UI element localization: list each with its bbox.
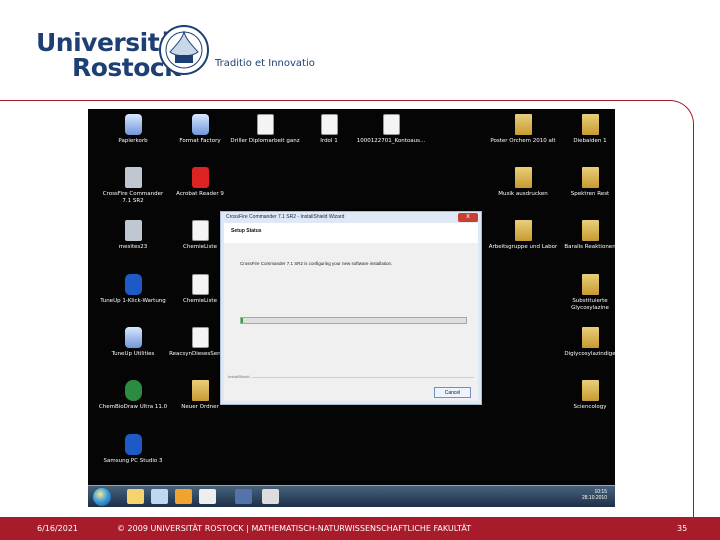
desktop-icon-image <box>514 114 532 135</box>
desktop-icon-label: mesites23 <box>118 244 148 250</box>
desktop-icon-image <box>256 114 274 135</box>
desktop-icon-image <box>581 327 599 348</box>
desktop-icon[interactable]: Spektren Rest <box>555 167 615 198</box>
footer-copyright: © 2009 UNIVERSITÄT ROSTOCK | MATHEMATISC… <box>117 524 472 533</box>
tool-taskbar-icon[interactable] <box>262 489 279 504</box>
desktop-icon-label: Papierkorb <box>118 138 148 144</box>
document-taskbar-icon[interactable] <box>199 489 216 504</box>
desktop-icon-label: Musik ausdrucken <box>498 191 548 197</box>
desktop-icon-label: Irdol 1 <box>320 138 338 144</box>
desktop-icon-label: Poster Orchem 2010 alt <box>490 138 556 144</box>
desktop-icon[interactable]: Musik ausdrucken <box>488 167 558 198</box>
desktop-icon-image <box>191 380 209 401</box>
frame-corner <box>664 100 694 130</box>
desktop-icon-label: Driller Diplomarbeit ganz <box>230 138 300 144</box>
desktop-icon-label: TuneUp 1-Klick-Wartung <box>100 298 166 304</box>
desktop-icon[interactable]: Diglycosylazindige <box>555 327 615 358</box>
desktop-icon-label: Sciencology <box>573 404 607 410</box>
clock-date: 28.10.2010 <box>581 495 607 501</box>
separator <box>228 377 474 378</box>
presentation-slide: Universität Rostock Traditio et Innovati… <box>0 0 720 540</box>
motto-text: Traditio et Innovatio <box>215 58 315 69</box>
desktop-icon[interactable]: Acrobat Reader 9 <box>165 167 235 198</box>
desktop-icon-image <box>124 167 142 188</box>
desktop-icon[interactable]: Driller Diplomarbeit ganz <box>230 114 300 145</box>
desktop-icon-image <box>191 274 209 295</box>
windows-desktop-screenshot: Papierkorb Format Factory Driller Diplomar… <box>88 109 615 507</box>
desktop-icon-image <box>581 274 599 295</box>
desktop-icon-image <box>320 114 338 135</box>
desktop-icon-label: CrossFire Commander 7.1 SR2 <box>102 191 164 204</box>
desktop-icon-label: Acrobat Reader 9 <box>176 191 224 197</box>
university-seal-icon <box>159 25 209 75</box>
desktop-icon[interactable]: Arbeitsgruppe und Labor <box>488 220 558 251</box>
cancel-button[interactable]: Cancel <box>434 387 471 398</box>
desktop-icon-label: Substituierte Glycosylazine <box>571 298 609 311</box>
desktop-icon[interactable]: Substituierte Glycosylazine <box>555 274 615 311</box>
installshield-wizard-window[interactable]: CrossFire Commander 7.1 SR2 - InstallShi… <box>220 211 482 405</box>
desktop-icon-image <box>124 220 142 241</box>
desktop-icon[interactable]: Diebaiden 1 <box>555 114 615 145</box>
page-number: 35 <box>677 524 688 533</box>
browser-taskbar-icon[interactable] <box>175 489 192 504</box>
desktop-icon[interactable]: Samsung PC Studio 3 <box>98 434 168 465</box>
desktop-icon[interactable]: TuneUp Utilities <box>98 327 168 358</box>
desktop-icon[interactable]: 1000122701_Kontoaus... <box>356 114 426 145</box>
desktop-icon[interactable]: Sciencology <box>555 380 615 411</box>
desktop-icon-label: Spektren Rest <box>570 191 610 197</box>
folder-taskbar-icon[interactable] <box>127 489 144 504</box>
window-title: CrossFire Commander 7.1 SR2 - InstallShi… <box>226 214 345 220</box>
start-button[interactable] <box>93 488 111 506</box>
desktop-icon-image <box>124 114 142 135</box>
desktop-icon[interactable]: TuneUp 1-Klick-Wartung <box>98 274 168 305</box>
desktop-icon[interactable]: Poster Orchem 2010 alt <box>488 114 558 145</box>
desktop-icon-image <box>382 114 400 135</box>
desktop-icon-image <box>124 380 142 401</box>
footer-bar: 6/16/2021 © 2009 UNIVERSITÄT ROSTOCK | M… <box>0 517 720 540</box>
desktop-icon-label: Arbeitsgruppe und Labor <box>488 244 558 250</box>
desktop-icon[interactable]: CrossFire Commander 7.1 SR2 <box>98 167 168 204</box>
close-button[interactable]: x <box>458 213 478 222</box>
desktop-icon[interactable]: ChemBioDraw Ultra 11.0 <box>98 380 168 411</box>
desktop-icon[interactable]: mesites23 <box>98 220 168 251</box>
desktop-icon[interactable]: Format Factory <box>165 114 235 145</box>
installation-progress-bar <box>240 317 467 324</box>
desktop-icon-image <box>581 167 599 188</box>
desktop-icon-label: TuneUp Utilities <box>111 351 155 357</box>
system-tray: 10:15 28.10.2010 <box>582 489 607 501</box>
installshield-label: InstallShield <box>228 374 252 379</box>
desktop-icon-image <box>191 327 209 348</box>
windows-taskbar: 10:15 28.10.2010 <box>88 485 615 507</box>
desktop-icon-image <box>191 167 209 188</box>
desktop-icon[interactable]: Baralis Reaktionen <box>555 220 615 251</box>
desktop-icon-label: Format Factory <box>179 138 221 144</box>
desktop-icon-image <box>191 114 209 135</box>
desktop-icon-image <box>124 274 142 295</box>
desktop-icon-label: Diglycosylazindige <box>564 351 615 357</box>
desktop-icon-image <box>191 220 209 241</box>
desktop-icon-image <box>581 380 599 401</box>
footer-date: 6/16/2021 <box>37 524 79 533</box>
media-player-taskbar-icon[interactable] <box>151 489 168 504</box>
desktop-icon-image <box>514 220 532 241</box>
desktop-icon[interactable]: Papierkorb <box>98 114 168 145</box>
desktop-icon-image <box>581 220 599 241</box>
desktop-icon[interactable]: Irdol 1 <box>294 114 364 145</box>
setup-status-heading: Setup Status <box>231 228 262 234</box>
wizard-header: Setup Status <box>224 223 478 243</box>
installer-taskbar-icon[interactable] <box>235 489 252 504</box>
status-message: CrossFire Commander 7.1 SR2 is configuri… <box>240 261 393 266</box>
desktop-icon-image <box>514 167 532 188</box>
desktop-icon-image <box>581 114 599 135</box>
desktop-icon-label: Samsung PC Studio 3 <box>103 458 163 464</box>
right-rule <box>693 125 694 517</box>
desktop-icon-label: Diebaiden 1 <box>573 138 607 144</box>
desktop-icon-image <box>124 434 142 455</box>
desktop-icon-label: ChemBioDraw Ultra 11.0 <box>98 404 168 410</box>
desktop-icon-label: Baralis Reaktionen <box>564 244 615 250</box>
wizard-panel: Setup Status CrossFire Commander 7.1 SR2… <box>224 223 478 401</box>
top-rule <box>0 100 672 101</box>
desktop-icon-image <box>124 327 142 348</box>
desktop-icon-label: 1000122701_Kontoaus... <box>356 138 426 144</box>
